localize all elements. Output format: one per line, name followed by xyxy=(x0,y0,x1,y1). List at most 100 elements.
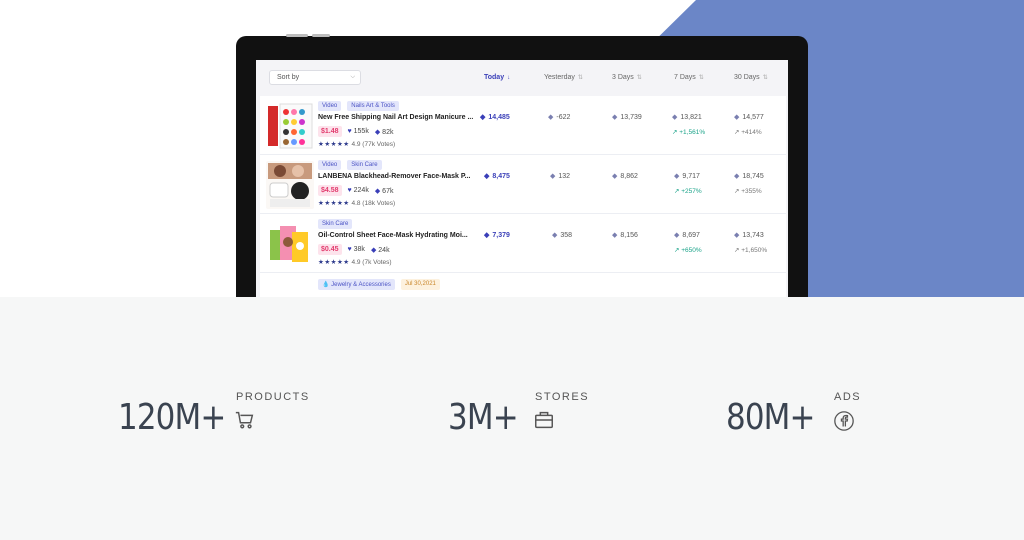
product-rating: ★★★★★ 4.8 (18k Votes) xyxy=(318,200,396,207)
tag-icon: ◆ xyxy=(734,114,740,121)
seven-days-value: ◆ 9,717 xyxy=(674,173,700,180)
stat-stores-label: STORES xyxy=(535,391,590,403)
stars-icon: ★★★★★ xyxy=(318,200,350,207)
column-30-days[interactable]: 30 Days ⇅ xyxy=(734,74,768,81)
stat-ads-number: 80M+ xyxy=(726,397,815,438)
tag-category[interactable]: Skin Care xyxy=(318,219,353,229)
tag-icon: ◆ xyxy=(374,187,381,195)
three-days-value: ◆ 13,739 xyxy=(612,114,642,121)
hero-section: Sort by ⌵ Today ↓ Yesterday ⇅ 3 Days ⇅ 7 Da… xyxy=(0,0,1024,297)
sort-icon: ⇅ xyxy=(577,75,583,81)
column-7-days[interactable]: 7 Days ⇅ xyxy=(674,74,704,81)
tag-video[interactable]: Video xyxy=(318,101,342,111)
product-thumbnail xyxy=(266,220,314,268)
product-thumbnail xyxy=(266,102,314,150)
product-price: $4.58 xyxy=(318,185,342,196)
stat-products-number: 120M+ xyxy=(118,397,226,438)
store-icon xyxy=(535,411,553,429)
table-row[interactable]: 💧 Jewelry & Accessories Jul 30,2021 xyxy=(260,273,786,297)
tag-icon: ◆ xyxy=(734,232,740,239)
seven-days-growth: ↗ +650% xyxy=(674,247,702,254)
sort-by-label: Sort by xyxy=(277,74,300,81)
product-table: Video Nails Art & Tools New Free Shippin… xyxy=(260,96,786,297)
product-price: $1.48 xyxy=(318,126,342,137)
tag-icon: ◆ xyxy=(734,173,740,180)
product-price: $0.45 xyxy=(318,244,342,255)
product-tags: Video Nails Art & Tools xyxy=(318,101,399,111)
table-row[interactable]: Video Nails Art & Tools New Free Shippin… xyxy=(260,96,786,155)
seven-days-value: ◆ 13,821 xyxy=(672,114,702,121)
sort-by-dropdown[interactable]: Sort by ⌵ xyxy=(269,70,361,85)
today-value: ◆ 14,485 xyxy=(480,114,510,121)
product-title[interactable]: New Free Shipping Nail Art Design Manicu… xyxy=(318,114,473,121)
tag-icon: ◆ xyxy=(550,173,556,180)
laptop-button xyxy=(286,34,308,37)
column-today[interactable]: Today ↓ xyxy=(484,74,510,81)
product-thumbnail xyxy=(266,161,314,209)
stats-section: 120M+ PRODUCTS 3M+ STORES 80M+ ADS xyxy=(0,297,1024,540)
thirty-days-value: ◆ 18,745 xyxy=(734,173,764,180)
thirty-days-growth: ↗ +414% xyxy=(734,129,762,136)
product-meta: $0.45 ♥ 38k ◆ 24k xyxy=(318,244,390,255)
sort-desc-icon: ↓ xyxy=(507,75,511,81)
product-title[interactable]: LANBENA Blackhead-Remover Face-Mask P... xyxy=(318,173,471,180)
tag-video[interactable]: Video xyxy=(318,160,342,170)
laptop-button xyxy=(312,34,330,37)
trend-up-icon: ↗ xyxy=(734,129,740,136)
orders-count: 67k xyxy=(382,187,394,195)
tag-icon: ◆ xyxy=(612,173,618,180)
stars-icon: ★★★★★ xyxy=(318,141,350,148)
trend-up-icon: ↗ xyxy=(734,188,740,195)
product-tags: Skin Care xyxy=(318,219,353,229)
laptop-mockup: Sort by ⌵ Today ↓ Yesterday ⇅ 3 Days ⇅ 7 Da… xyxy=(236,34,808,297)
sort-icon: ⇅ xyxy=(762,75,768,81)
stat-stores-number: 3M+ xyxy=(448,397,519,438)
three-days-value: ◆ 8,862 xyxy=(612,173,638,180)
stat-ads-label: ADS xyxy=(834,391,862,403)
tag-category[interactable]: Skin Care xyxy=(347,160,382,170)
table-row[interactable]: Skin Care Oil-Control Sheet Face-Mask Hy… xyxy=(260,214,786,273)
product-title[interactable]: Oil-Control Sheet Face-Mask Hydrating Mo… xyxy=(318,232,468,239)
likes-count: 224k xyxy=(353,187,369,194)
product-meta: $1.48 ♥ 155k ◆ 82k xyxy=(318,126,393,137)
tag-category[interactable]: 💧 Jewelry & Accessories xyxy=(318,279,395,290)
sort-icon: ⇅ xyxy=(698,75,704,81)
three-days-value: ◆ 8,156 xyxy=(612,232,638,239)
column-yesterday[interactable]: Yesterday ⇅ xyxy=(544,74,583,81)
tag-icon: ◆ xyxy=(370,246,377,254)
product-meta: $4.58 ♥ 224k ◆ 67k xyxy=(318,185,393,196)
thirty-days-growth: ↗ +355% xyxy=(734,188,762,195)
sort-icon: ⇅ xyxy=(636,75,642,81)
drop-icon: 💧 xyxy=(322,282,330,288)
thirty-days-value: ◆ 13,743 xyxy=(734,232,764,239)
trend-up-icon: ↗ xyxy=(674,188,680,195)
table-row[interactable]: Video Skin Care LANBENA Blackhead-Remove… xyxy=(260,155,786,214)
chevron-down-icon: ⌵ xyxy=(350,74,355,80)
yesterday-value: ◆ 358 xyxy=(552,232,573,239)
thirty-days-value: ◆ 14,577 xyxy=(734,114,764,121)
heart-icon: ♥ xyxy=(347,128,352,135)
product-rating: ★★★★★ 4.9 (77k Votes) xyxy=(318,141,396,148)
tag-icon: ◆ xyxy=(674,173,680,180)
product-tags: Video Skin Care xyxy=(318,160,382,170)
trend-up-icon: ↗ xyxy=(734,247,740,254)
seven-days-value: ◆ 8,697 xyxy=(674,232,700,239)
tag-icon: ◆ xyxy=(484,232,490,239)
heart-icon: ♥ xyxy=(347,187,352,194)
tag-icon: ◆ xyxy=(612,114,618,121)
product-tags: 💧 Jewelry & Accessories Jul 30,2021 xyxy=(318,279,440,290)
tag-icon: ◆ xyxy=(480,114,486,121)
seven-days-growth: ↗ +257% xyxy=(674,188,702,195)
tag-icon: ◆ xyxy=(674,232,680,239)
stat-products-label: PRODUCTS xyxy=(236,391,310,403)
date-badge: Jul 30,2021 xyxy=(400,279,440,290)
thirty-days-growth: ↗ +1,650% xyxy=(734,247,768,254)
yesterday-value: ◆ 132 xyxy=(550,173,571,180)
facebook-icon xyxy=(834,411,854,431)
trend-up-icon: ↗ xyxy=(672,129,678,136)
yesterday-value: ◆ -622 xyxy=(548,114,571,121)
tag-category[interactable]: Nails Art & Tools xyxy=(347,101,399,111)
today-value: ◆ 8,475 xyxy=(484,173,510,180)
tag-icon: ◆ xyxy=(374,128,381,136)
column-3-days[interactable]: 3 Days ⇅ xyxy=(612,74,642,81)
